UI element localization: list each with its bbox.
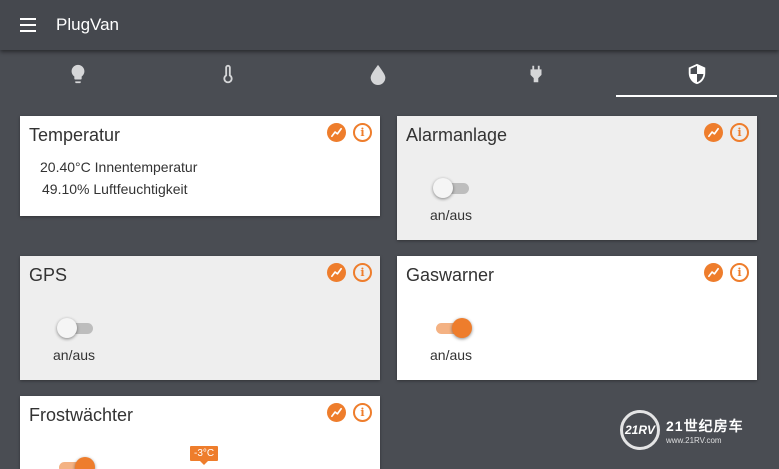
- watermark-url: www.21RV.com: [666, 435, 722, 445]
- gas-toggle[interactable]: [434, 318, 472, 338]
- water-drop-icon: [370, 64, 385, 85]
- menu-icon[interactable]: [20, 18, 36, 32]
- chart-icon[interactable]: [327, 263, 346, 282]
- card-gaswarner: Gaswarner i an/aus: [397, 256, 757, 380]
- app-title: PlugVan: [56, 15, 120, 34]
- app-bar: PlugVan: [0, 0, 779, 50]
- reading-row: 49.10% Luftfeuchtigkeit: [40, 178, 197, 200]
- card-title: GPS: [29, 265, 68, 285]
- frost-toggle[interactable]: [57, 457, 95, 469]
- alarm-toggle[interactable]: [433, 178, 471, 198]
- tab-bar: [0, 50, 779, 98]
- info-icon[interactable]: i: [353, 403, 372, 422]
- reading-label: Innentemperatur: [94, 159, 198, 175]
- chart-icon[interactable]: [704, 263, 723, 282]
- reading-row: 20.40°C Innentemperatur: [40, 156, 197, 178]
- info-icon[interactable]: i: [353, 263, 372, 282]
- plug-icon: [530, 65, 541, 83]
- info-icon[interactable]: i: [730, 123, 749, 142]
- card-gps: GPS i an/aus: [20, 256, 380, 380]
- readings: 20.40°C Innentemperatur 49.10% Luftfeuch…: [40, 156, 197, 200]
- watermark: 21RV 21世纪房车 www.21RV.com: [620, 408, 775, 452]
- card-temperatur: Temperatur i 20.40°C Innentemperatur 49.…: [20, 116, 380, 216]
- reading-value: 49.10%: [42, 181, 90, 197]
- reading-label: Luftfeuchtigkeit: [93, 181, 188, 197]
- shield-icon: [688, 63, 705, 85]
- slider-value-tooltip: -3°C: [190, 446, 219, 465]
- reading-value: 20.40°C: [40, 159, 91, 175]
- chart-icon[interactable]: [704, 123, 723, 142]
- card-title: Frostwächter: [29, 405, 134, 425]
- toggle-label: an/aus: [430, 347, 473, 363]
- chart-icon[interactable]: [327, 123, 346, 142]
- info-icon[interactable]: i: [730, 263, 749, 282]
- tab-light[interactable]: [0, 50, 155, 98]
- tab-temperature[interactable]: [150, 50, 305, 98]
- toggle-label: an/aus: [430, 207, 473, 223]
- chart-icon[interactable]: [327, 403, 346, 422]
- tab-security[interactable]: [616, 50, 777, 98]
- watermark-logo: 21RV: [620, 410, 660, 450]
- tab-humidity[interactable]: [300, 50, 455, 98]
- toggle-label: an/aus: [53, 347, 96, 363]
- watermark-text: 21世纪房车: [666, 417, 744, 434]
- card-frostwaechter: Frostwächter i -3°C: [20, 396, 380, 469]
- info-icon[interactable]: i: [353, 123, 372, 142]
- card-alarmanlage: Alarmanlage i an/aus: [397, 116, 757, 240]
- card-title: Alarmanlage: [406, 125, 508, 145]
- card-title: Gaswarner: [406, 265, 495, 285]
- card-title: Temperatur: [29, 125, 121, 145]
- gps-toggle[interactable]: [57, 318, 95, 338]
- lightbulb-icon: [71, 64, 84, 84]
- thermometer-icon: [222, 64, 233, 84]
- tab-power[interactable]: [458, 50, 613, 98]
